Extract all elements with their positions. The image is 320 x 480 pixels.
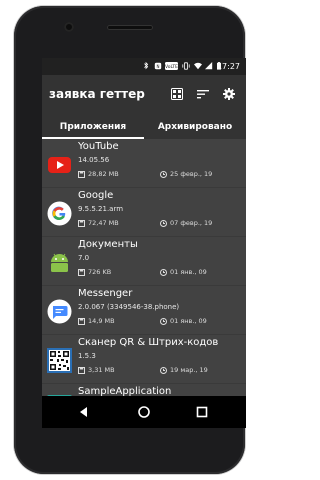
app-date: 01 янв., 09 (160, 268, 207, 276)
app-size: 14,9 MB (78, 317, 115, 325)
android-icon (51, 253, 68, 272)
qr-code-icon (47, 348, 72, 373)
screen: N VoLTE 17:27 заявка геттер Приложения А… (42, 58, 246, 428)
messenger-icon (47, 299, 72, 324)
app-date: 25 февр., 19 (160, 170, 212, 178)
tab-bar: Приложения Архивировано (42, 115, 246, 139)
clock-icon (160, 170, 167, 178)
svg-text:N: N (157, 64, 160, 69)
app-version: 1.5.3 (78, 352, 96, 360)
app-row-google[interactable]: Google 9.5.5.21.arm 72,47 MB 07 февр., 1… (42, 188, 246, 237)
app-bar: заявка геттер (42, 75, 246, 115)
front-camera (64, 22, 74, 32)
app-row-sampleapplication[interactable]: SampleApplication (42, 384, 246, 396)
app-row-documents[interactable]: Документы 7.0 726 KB 01 янв., 09 (42, 237, 246, 286)
signal-icon (205, 62, 213, 70)
sort-icon[interactable] (197, 88, 209, 100)
app-size: 28,82 MB (78, 170, 119, 178)
nav-bar (42, 396, 246, 428)
clock-icon (160, 268, 167, 276)
app-title: заявка геттер (49, 87, 145, 101)
app-name: YouTube (78, 141, 119, 152)
save-icon (78, 366, 85, 374)
app-version: 9.5.5.21.arm (78, 205, 124, 213)
app-row-qr-scanner[interactable]: Сканер QR & Штрих-кодов 1.5.3 3,31 MB 19… (42, 335, 246, 384)
wifi-icon (194, 62, 202, 70)
app-row-messenger[interactable]: Messenger 2.0.067 (3349546-38.phone) 14,… (42, 286, 246, 335)
vibrate-icon (182, 62, 190, 70)
earpiece-speaker (107, 25, 153, 30)
app-list: YouTube 14.05.56 28,82 MB 25 февр., 19 G… (42, 139, 246, 396)
clock-icon (160, 317, 167, 325)
app-name: Документы (78, 239, 138, 250)
clock-icon (160, 366, 167, 374)
app-name: SampleApplication (78, 386, 172, 396)
svg-text:VoLTE: VoLTE (165, 64, 178, 70)
status-bar: N VoLTE 17:27 (42, 58, 246, 75)
app-version: 14.05.56 (78, 156, 110, 164)
app-row-youtube[interactable]: YouTube 14.05.56 28,82 MB 25 февр., 19 (42, 139, 246, 188)
bluetooth-icon (144, 62, 149, 70)
status-time: 17:27 (216, 62, 240, 71)
phone-frame: N VoLTE 17:27 заявка геттер Приложения А… (14, 6, 246, 474)
app-name: Сканер QR & Штрих-кодов (78, 337, 219, 348)
volte-icon: VoLTE (165, 62, 178, 70)
tab-apps[interactable]: Приложения (42, 115, 144, 139)
home-icon[interactable] (137, 405, 151, 419)
google-icon (47, 201, 72, 226)
clock-icon (160, 219, 167, 227)
recents-icon[interactable] (195, 405, 209, 419)
save-icon (78, 317, 85, 325)
app-size: 726 KB (78, 268, 111, 276)
tab-archived[interactable]: Архивировано (144, 115, 246, 139)
app-name: Google (78, 190, 114, 201)
app-version: 7.0 (78, 254, 90, 262)
app-date: 07 февр., 19 (160, 219, 212, 227)
app-name: Messenger (78, 288, 133, 299)
app-size: 72,47 MB (78, 219, 119, 227)
app-date: 01 янв., 09 (160, 317, 207, 325)
save-icon (78, 268, 85, 276)
save-icon (78, 219, 85, 227)
nfc-icon: N (154, 62, 162, 70)
settings-icon[interactable] (223, 88, 235, 100)
layout-icon[interactable] (171, 88, 183, 100)
app-size: 3,31 MB (78, 366, 115, 374)
app-version: 2.0.067 (3349546-38.phone) (78, 303, 180, 311)
back-icon[interactable] (77, 405, 91, 419)
save-icon (78, 170, 85, 178)
app-date: 19 мар., 19 (160, 366, 208, 374)
youtube-icon (48, 157, 71, 173)
